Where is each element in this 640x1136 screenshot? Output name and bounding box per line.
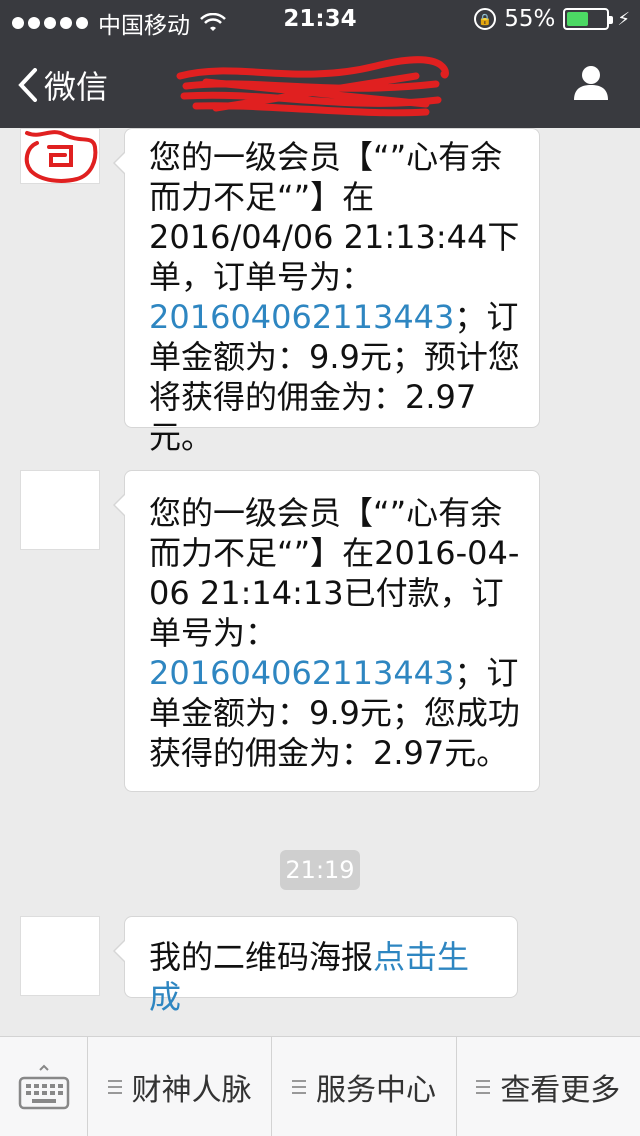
charging-icon: ⚡ xyxy=(617,8,630,30)
menu-lines-icon xyxy=(291,1079,306,1094)
chevron-left-icon xyxy=(18,68,37,102)
message-bubble[interactable]: 我的二维码海报点击生成 xyxy=(113,916,518,1016)
message-timestamp: 21:19 xyxy=(280,850,360,890)
menu-item-service-center[interactable]: 服务中心 xyxy=(272,1037,457,1136)
menu-item-label: 服务中心 xyxy=(315,1072,436,1108)
battery-fill xyxy=(567,12,589,26)
avatar-redaction-scribble xyxy=(24,130,98,183)
menu-lines-icon xyxy=(476,1079,491,1094)
menu-item-view-more[interactable]: 查看更多 xyxy=(457,1037,640,1136)
message-bubble[interactable]: 您的一级会员【“”心有余而力不足“”】在2016/04/06 21:13:44下… xyxy=(113,128,540,456)
menu-item-label: 财神人脉 xyxy=(131,1072,252,1108)
profile-button[interactable] xyxy=(572,64,610,104)
message-text: 您的一级会员【“”心有余而力不足“”】在2016/04/06 21:13:44下… xyxy=(149,138,520,296)
keyboard-icon xyxy=(18,1064,69,1110)
avatar[interactable] xyxy=(20,916,100,996)
nav-bar: 微信 xyxy=(0,40,640,128)
battery-icon xyxy=(563,8,614,30)
avatar[interactable] xyxy=(20,470,100,550)
menu-lines-icon xyxy=(107,1079,122,1094)
keyboard-toggle-button[interactable] xyxy=(0,1037,88,1136)
back-label: 微信 xyxy=(44,68,109,106)
rotation-lock-icon: 🔒 xyxy=(474,8,497,30)
message-text: 我的二维码海报 xyxy=(149,938,374,976)
chat-area[interactable]: 您的一级会员【“”心有余而力不足“”】在2016/04/06 21:13:44下… xyxy=(0,128,640,1036)
back-button[interactable]: 微信 xyxy=(18,62,108,108)
status-bar: 中国移动 21:34 🔒 55% ⚡ xyxy=(0,0,640,40)
battery-percent: 55% xyxy=(504,6,556,32)
bottom-menu: 财神人脉 服务中心 查看更多 xyxy=(0,1036,640,1136)
order-number-link[interactable]: 201604062113443 xyxy=(149,654,454,692)
menu-item-caishen-renmai[interactable]: 财神人脉 xyxy=(88,1037,273,1136)
person-icon xyxy=(574,66,608,100)
menu-item-label: 查看更多 xyxy=(500,1072,621,1108)
message-text: 您的一级会员【“”心有余而力不足“”】在2016-04-06 21:14:13已… xyxy=(149,494,520,652)
top-bar: 中国移动 21:34 🔒 55% ⚡ 微信 xyxy=(0,0,640,128)
redaction-scribble xyxy=(176,56,449,117)
message-bubble[interactable]: 您的一级会员【“”心有余而力不足“”】在2016-04-06 21:14:13已… xyxy=(113,470,540,792)
order-number-link[interactable]: 201604062113443 xyxy=(149,298,454,336)
status-right: 🔒 55% ⚡ xyxy=(474,6,630,32)
avatar[interactable] xyxy=(20,128,100,184)
